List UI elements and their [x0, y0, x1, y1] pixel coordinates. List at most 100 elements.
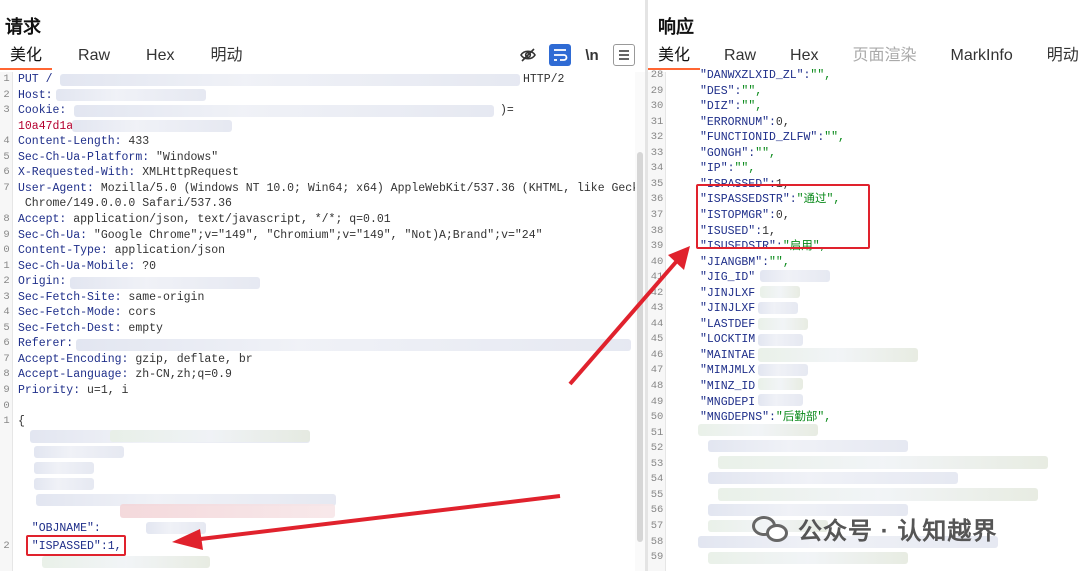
line-number: 30	[650, 100, 664, 113]
code-text: {	[18, 414, 25, 429]
line-number: 56	[650, 504, 664, 517]
request-tab-1[interactable]: Raw	[68, 44, 120, 70]
code-line: 35 "ISPASSED":1,	[648, 177, 1078, 192]
code-line: 43 "JINJLXF	[648, 301, 1078, 316]
code-text: Origin:	[18, 274, 66, 289]
wrap-lines-icon[interactable]	[549, 44, 571, 66]
code-token: Origin:	[18, 275, 67, 289]
code-line: 31 "ERRORNUM":0,	[648, 115, 1078, 130]
code-text: "MNGDEPI	[700, 395, 755, 410]
request-editor[interactable]: 1 PUT / HTTP/2 2 Host: 3 Cookie:)= 10a47d1a 4 Con…	[0, 72, 645, 571]
response-tab-3[interactable]: 页面渲染	[842, 44, 926, 70]
line-number: 9	[3, 228, 10, 241]
response-tabs: 美化 Raw Hex 页面渲染 MarkInfo 明动	[648, 44, 1080, 70]
line-number: 1	[3, 415, 10, 428]
code-token: Sec-Ch-Ua-Platform:	[18, 150, 150, 164]
line-number: 38	[650, 224, 664, 237]
http-version: HTTP/2	[523, 73, 565, 86]
redacted-region	[708, 472, 958, 484]
line-number: 37	[650, 208, 664, 221]
line-number: 2	[3, 88, 10, 101]
response-tab-0[interactable]: 美化	[648, 44, 701, 70]
newline-icon[interactable]: \n	[581, 44, 603, 66]
redacted-region	[74, 105, 494, 117]
code-text: "JINJLXF	[700, 286, 755, 301]
json-key: "MNGDEPNS":	[700, 411, 776, 425]
code-line: 7 User-Agent: Mozilla/5.0 (Windows NT 10.…	[0, 181, 645, 196]
eye-off-icon[interactable]	[517, 44, 539, 66]
code-line: 45 "LOCKTIM	[648, 332, 1078, 347]
code-text: Priority: u=1, i	[18, 383, 128, 398]
code-text: "LASTDEF	[700, 317, 755, 332]
code-line: 41 "JIG_ID"	[648, 270, 1078, 285]
json-key: "JINJLXF	[700, 286, 756, 300]
line-number: 51	[650, 426, 664, 439]
code-text: User-Agent: Mozilla/5.0 (Windows NT 10.0…	[18, 181, 645, 196]
response-tab-4[interactable]: MarkInfo	[941, 44, 1023, 70]
redacted-region	[56, 89, 206, 101]
code-line: 4 Content-Length: 433	[0, 134, 630, 149]
code-token: cors	[121, 306, 157, 320]
response-tab-1[interactable]: Raw	[714, 44, 766, 70]
request-scrollbar[interactable]	[635, 72, 645, 571]
menu-icon[interactable]	[613, 44, 635, 66]
request-tabs: 美化 Raw Hex 明动	[0, 44, 269, 70]
code-line: 0	[0, 399, 630, 414]
code-text: "MIMJMLX	[700, 363, 755, 378]
redacted-region	[42, 556, 210, 568]
code-token: Sec-Fetch-Mode:	[18, 306, 122, 320]
code-text: Sec-Ch-Ua: "Google Chrome";v="149", "Chr…	[18, 228, 543, 243]
code-line: 29 "DES":"",	[648, 84, 1078, 99]
scrollbar-thumb[interactable]	[637, 152, 643, 542]
request-tab-2[interactable]: Hex	[136, 44, 184, 70]
redacted-region	[120, 504, 335, 518]
code-line: Chrome/149.0.0.0 Safari/537.36	[0, 196, 630, 211]
code-text: "FUNCTIONID_ZLFW":"",	[700, 130, 845, 145]
json-value: "后勤部",	[775, 411, 832, 425]
watermark: 公众号 · 认知越界	[752, 511, 997, 546]
code-text: "ERRORNUM":0,	[700, 115, 790, 130]
code-text: "LOCKTIM	[700, 332, 755, 347]
request-tab-0[interactable]: 美化	[0, 44, 53, 70]
code-token: Accept-Encoding:	[18, 352, 129, 366]
line-number: 4	[3, 306, 10, 319]
line-number: 50	[650, 411, 664, 424]
json-key: "ISUSEDSTR":	[700, 240, 783, 254]
wechat-icon	[752, 514, 790, 544]
line-number: 36	[650, 193, 664, 206]
code-line: 49 "MNGDEPI	[648, 395, 1078, 410]
code-text: Chrome/149.0.0.0 Safari/537.36	[18, 196, 232, 211]
code-text: "ISPASSED":1,	[18, 540, 122, 553]
code-text: "ISUSEDSTR":"启用",	[700, 239, 827, 254]
line-number: 5	[3, 150, 10, 163]
code-token: Cookie:	[18, 104, 67, 118]
redacted-region	[34, 462, 94, 474]
response-editor[interactable]: 28 "DANWXZLXID_ZL":"", 29 "DES":"", 30 "DIZ":…	[648, 69, 1080, 571]
code-token: Referer:	[18, 337, 74, 351]
code-text: Accept: application/json, text/javascrip…	[18, 212, 391, 227]
code-text: "JINJLXF	[700, 301, 755, 316]
code-line: 42 "JINJLXF	[648, 286, 1078, 301]
json-value: "",	[769, 255, 790, 269]
redacted-region	[758, 348, 918, 362]
response-tab-5[interactable]: 明动	[1037, 44, 1080, 70]
code-token: gzip, deflate, br	[128, 352, 253, 366]
request-tab-3[interactable]: 明动	[200, 44, 252, 70]
code-line: 32 "FUNCTIONID_ZLFW":"",	[648, 130, 1078, 145]
code-line: 38 "ISUSED":1,	[648, 224, 1078, 239]
json-value: "",	[755, 146, 776, 160]
redacted-region	[708, 440, 908, 452]
line-number: 58	[650, 535, 664, 548]
redacted-region	[34, 446, 124, 458]
line-number: 3	[3, 290, 10, 303]
line-number: 41	[650, 271, 664, 284]
code-line: 36 "ISPASSEDSTR":"通过",	[648, 192, 1078, 207]
code-line: 37 "ISTOPMGR":0,	[648, 208, 1078, 223]
code-token: Sec-Fetch-Dest:	[18, 321, 122, 335]
line-number: 54	[650, 473, 664, 486]
code-text: "MNGDEPNS":"后勤部",	[700, 410, 831, 425]
code-token: 433	[121, 135, 150, 149]
line-number: 44	[650, 317, 664, 330]
code-line: 30 "DIZ":"",	[648, 99, 1078, 114]
response-tab-2[interactable]: Hex	[780, 44, 828, 70]
